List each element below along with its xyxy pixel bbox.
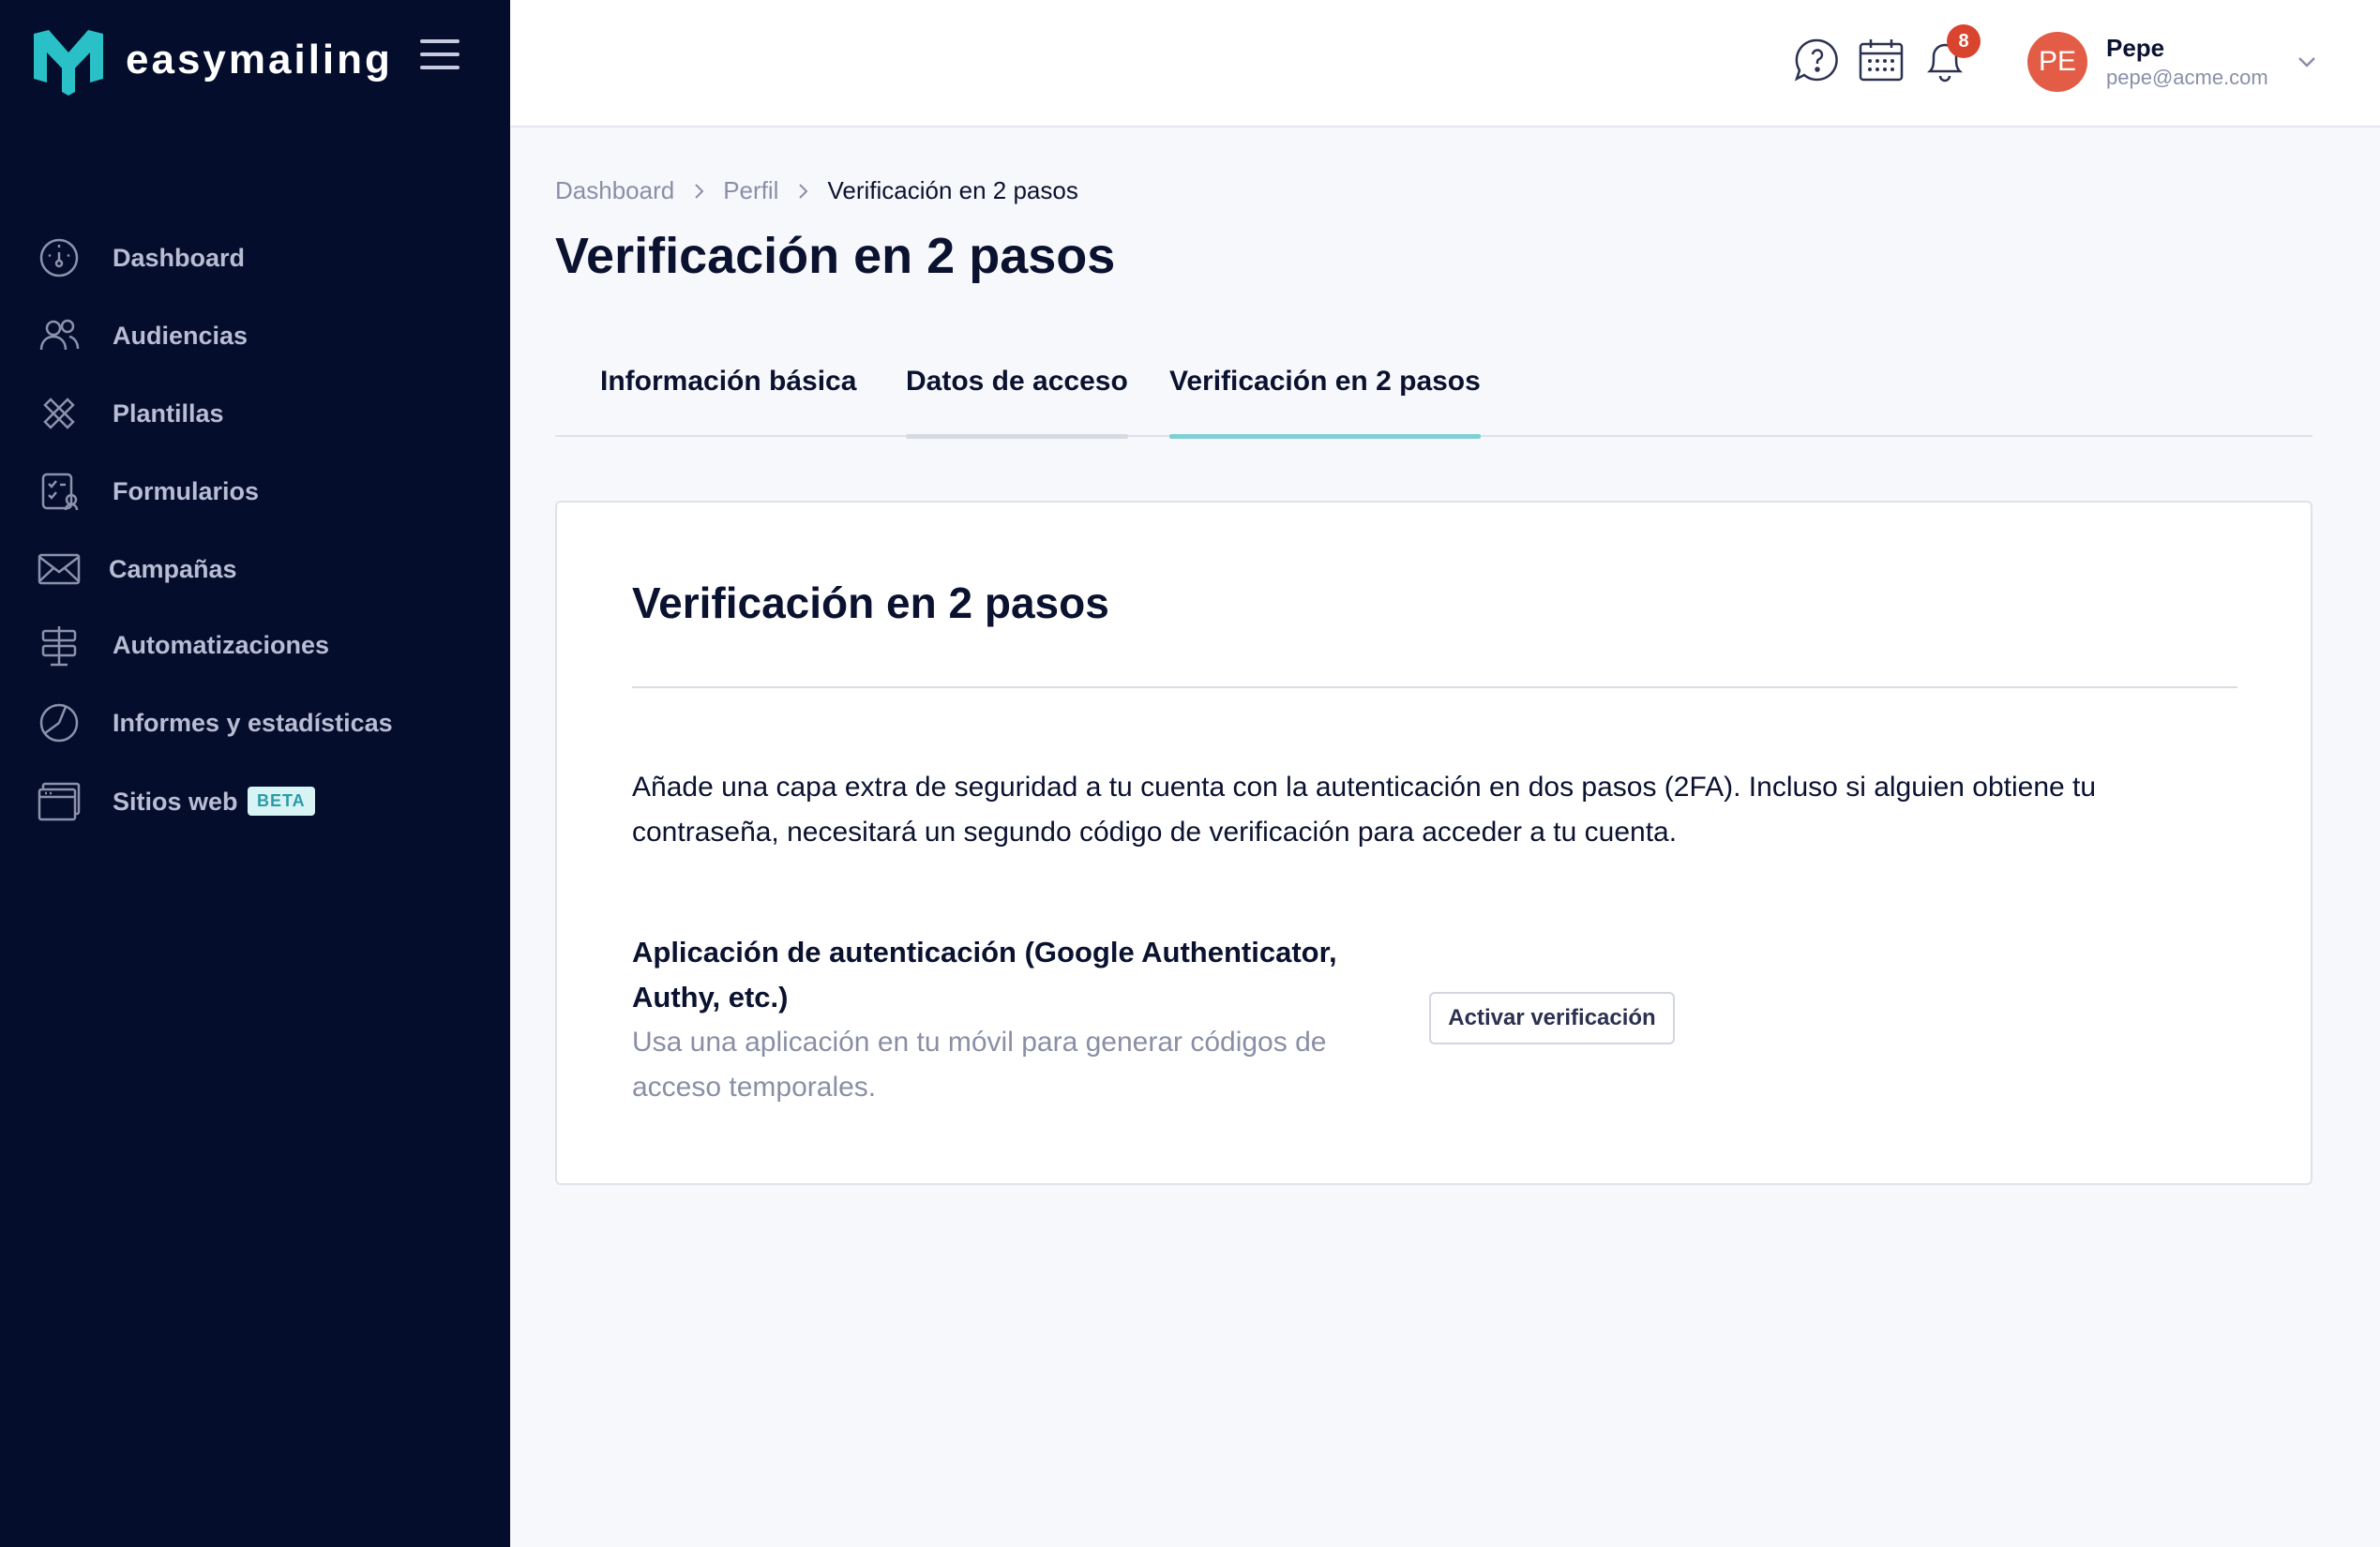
sidebar-item-label: Informes y estadísticas <box>113 708 393 737</box>
sidebar-item-label: Dashboard <box>113 243 246 272</box>
tab-informacion-basica[interactable]: Información básica <box>600 349 856 437</box>
help-icon[interactable] <box>1793 36 1842 84</box>
browser-window-icon <box>38 780 81 823</box>
card-title: Verificación en 2 pasos <box>632 578 1109 627</box>
dashboard-gauge-icon <box>38 236 81 279</box>
calendar-icon[interactable] <box>1857 36 1906 84</box>
envelope-icon <box>38 548 81 591</box>
brand-name: easymailing <box>126 37 393 83</box>
chevron-down-icon[interactable] <box>2292 47 2322 77</box>
user-email: pepe@acme.com <box>2106 66 2268 89</box>
sidebar-item-formularios[interactable]: Formularios <box>0 458 510 524</box>
breadcrumb-current: Verificación en 2 pasos <box>827 176 1078 204</box>
user-name[interactable]: Pepe <box>2106 34 2164 63</box>
sidebar-item-dashboard[interactable]: Dashboard <box>0 225 510 291</box>
tab-hover-indicator <box>906 434 1128 439</box>
menu-toggle-icon[interactable] <box>420 39 459 71</box>
breadcrumb-perfil[interactable]: Perfil <box>723 176 778 205</box>
scrollbar-track[interactable] <box>2312 128 2380 1547</box>
sidebar: easymailing Dashboard Audiencias Plantil… <box>0 0 510 1547</box>
sidebar-item-label: Formularios <box>113 476 260 505</box>
tab-datos-de-acceso[interactable]: Datos de acceso <box>906 349 1128 439</box>
easymailing-logo-icon <box>34 30 103 96</box>
sidebar-item-campanas[interactable]: Campañas <box>0 536 510 602</box>
card-description: Añade una capa extra de seguridad a tu c… <box>632 772 2097 848</box>
tab-label: Verificación en 2 pasos <box>1169 366 1481 397</box>
sidebar-item-automatizaciones[interactable]: Automatizaciones <box>0 612 510 678</box>
tab-verificacion-2-pasos[interactable]: Verificación en 2 pasos <box>1169 349 1481 439</box>
auth-app-title: Aplicación de autenticación (Google Auth… <box>632 936 1337 1014</box>
top-bar: 8 PE Pepe pepe@acme.com <box>510 0 2380 128</box>
sidebar-item-plantillas[interactable]: Plantillas <box>0 381 510 446</box>
brand[interactable]: easymailing <box>28 24 393 96</box>
sidebar-item-label: Sitios web <box>113 787 238 816</box>
page-title: Verificación en 2 pasos <box>555 228 1116 284</box>
users-icon <box>38 314 81 357</box>
auth-app-description: Usa una aplicación en tu móvil para gene… <box>632 1027 1327 1103</box>
sidebar-item-label: Campañas <box>109 554 237 583</box>
profile-tabs: Información básica Datos de acceso Verif… <box>555 349 2312 439</box>
breadcrumb-dashboard[interactable]: Dashboard <box>555 176 674 205</box>
signpost-icon <box>38 623 81 667</box>
breadcrumb: Dashboard Perfil Verificación en 2 pasos <box>555 176 1078 205</box>
card-divider <box>632 686 2237 688</box>
sidebar-item-label: Plantillas <box>113 398 224 428</box>
activate-verification-button[interactable]: Activar verificación <box>1429 992 1675 1044</box>
templates-icon <box>38 392 81 435</box>
avatar[interactable]: PE <box>2027 32 2087 92</box>
tab-label: Información básica <box>600 366 857 397</box>
beta-badge: BETA <box>248 787 315 816</box>
sidebar-item-informes[interactable]: Informes y estadísticas <box>0 690 510 756</box>
sidebar-item-audiencias[interactable]: Audiencias <box>0 303 510 368</box>
chevron-right-icon <box>799 183 808 199</box>
sidebar-item-label: Audiencias <box>113 321 249 350</box>
pie-chart-icon <box>38 701 81 744</box>
tab-label: Datos de acceso <box>906 366 1128 397</box>
chevron-right-icon <box>695 183 704 199</box>
forms-icon <box>38 470 81 513</box>
sidebar-item-sitios-web[interactable]: Sitios web BETA <box>0 769 510 834</box>
notification-count-badge: 8 <box>1947 24 1981 58</box>
two-factor-card: Verificación en 2 pasos Añade una capa e… <box>555 501 2312 1185</box>
tab-active-indicator <box>1169 434 1481 439</box>
sidebar-item-label: Automatizaciones <box>113 630 330 659</box>
